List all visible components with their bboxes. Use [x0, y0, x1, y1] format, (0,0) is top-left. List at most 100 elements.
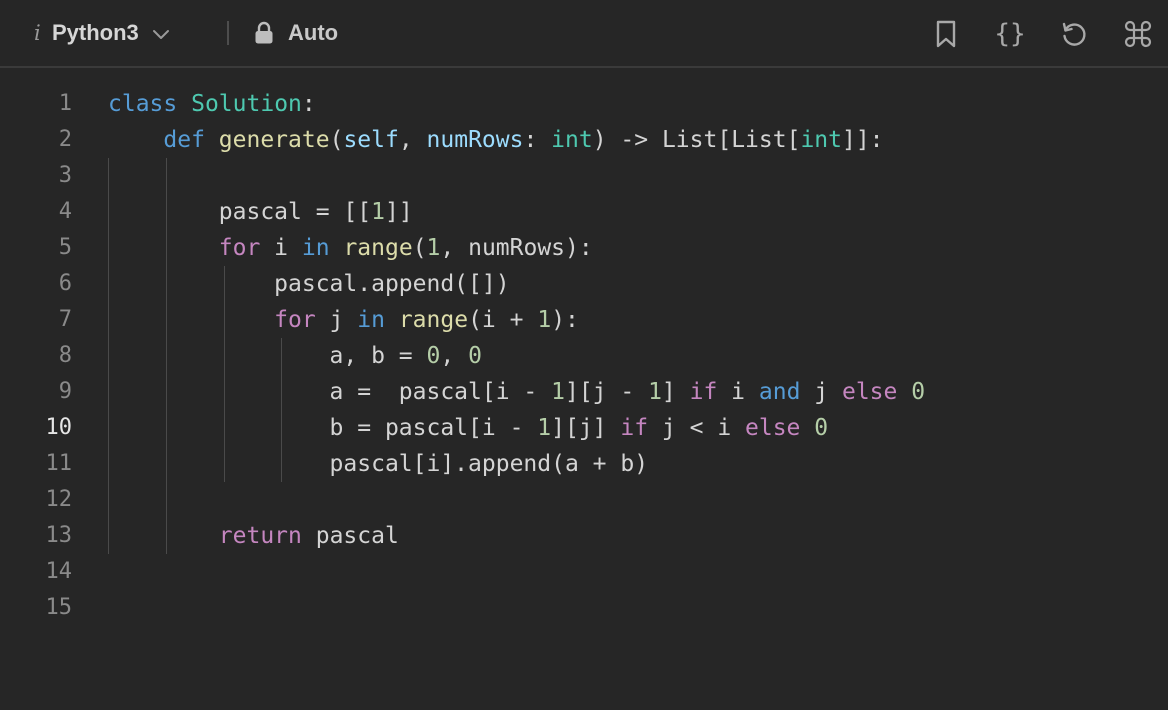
- code-token: pascal[i].append(a + b): [108, 451, 649, 477]
- code-token: :: [301, 91, 316, 117]
- bookmark-icon: [934, 19, 958, 49]
- code-line[interactable]: pascal = [[1]]: [108, 194, 1158, 230]
- code-token: class: [108, 91, 178, 117]
- code-token: for: [274, 307, 316, 333]
- code-line[interactable]: return pascal: [108, 518, 1158, 554]
- code-line[interactable]: class Solution:: [108, 86, 1158, 122]
- line-number: 6: [58, 271, 72, 296]
- line-number: 14: [45, 559, 73, 584]
- code-token: j: [800, 379, 842, 405]
- code-token: def: [163, 127, 205, 153]
- language-selector[interactable]: Python3: [52, 16, 171, 50]
- code-token: if: [620, 415, 649, 441]
- code-editor[interactable]: 1 2 3 4 5 6 7 8 9 10 11 12 13 14 15 class Solution: de…: [0, 70, 1168, 710]
- code-token: 1: [551, 379, 565, 405]
- braces-icon: {}: [994, 19, 1026, 49]
- bookmark-button[interactable]: [928, 16, 964, 52]
- code-token: if: [689, 379, 718, 405]
- line-number: 15: [45, 595, 73, 620]
- mode-label: Auto: [288, 20, 339, 45]
- code-token: 0: [426, 343, 441, 369]
- code-token: j: [315, 307, 358, 333]
- shortcuts-button[interactable]: [1120, 16, 1156, 52]
- reset-icon: [1059, 19, 1089, 49]
- code-token: 0: [911, 379, 926, 405]
- code-token: pascal = [[: [108, 199, 372, 225]
- code-line[interactable]: for j in range(i + 1):: [108, 302, 1158, 338]
- code-area[interactable]: class Solution: def generate(self, numRo…: [108, 86, 1158, 626]
- line-number: 5: [58, 235, 72, 260]
- code-token: j < i: [648, 415, 746, 441]
- command-icon: [1124, 20, 1152, 48]
- format-code-button[interactable]: {}: [992, 16, 1028, 52]
- code-token: ):: [551, 307, 579, 333]
- code-token: ,: [398, 127, 427, 153]
- code-line[interactable]: [108, 158, 1158, 194]
- auto-mode-toggle[interactable]: Auto: [254, 16, 338, 50]
- code-token: :: [523, 127, 552, 153]
- code-token: else: [745, 415, 801, 441]
- code-token: ][j -: [564, 379, 649, 405]
- code-token: 1: [648, 379, 662, 405]
- code-token: for: [218, 235, 261, 261]
- code-line[interactable]: [108, 482, 1158, 518]
- code-token: ]]:: [841, 127, 884, 153]
- code-token: (i +: [468, 307, 538, 333]
- code-token: 1: [371, 199, 385, 225]
- code-line[interactable]: [108, 590, 1158, 626]
- code-token: 1: [537, 415, 552, 441]
- code-token: 0: [468, 343, 482, 369]
- code-token: i: [717, 379, 759, 405]
- code-token: i: [260, 235, 302, 261]
- line-number: 4: [58, 199, 72, 224]
- line-number: 3: [58, 163, 72, 188]
- info-icon[interactable]: i: [34, 18, 46, 48]
- toolbar-divider: [227, 21, 229, 45]
- code-token: in: [301, 235, 330, 261]
- line-number: 2: [58, 127, 72, 152]
- code-token: (: [329, 127, 344, 153]
- code-line[interactable]: def generate(self, numRows: int) -> List…: [108, 122, 1158, 158]
- code-token: ) -> List[List[: [592, 127, 801, 153]
- code-token: generate: [218, 127, 330, 153]
- code-line[interactable]: pascal.append([]): [108, 266, 1158, 302]
- lock-icon: [254, 21, 274, 45]
- line-number: 12: [45, 487, 73, 512]
- code-token: a = pascal[i -: [108, 379, 552, 405]
- code-token: (: [412, 235, 427, 261]
- language-label: Python3: [52, 20, 139, 45]
- code-token: ]: [661, 379, 690, 405]
- chevron-down-icon: [151, 27, 171, 41]
- line-number: 13: [45, 523, 73, 548]
- line-number: 11: [45, 451, 73, 476]
- code-token: self: [343, 127, 399, 153]
- code-token: pascal: [301, 523, 399, 549]
- code-token: ,: [440, 343, 469, 369]
- code-token: range: [343, 235, 413, 261]
- code-token: 0: [814, 415, 829, 441]
- code-token: range: [398, 307, 469, 333]
- line-number: 1: [58, 91, 72, 116]
- code-line[interactable]: b = pascal[i - 1][j] if j < i else 0: [108, 410, 1158, 446]
- reset-code-button[interactable]: [1056, 16, 1092, 52]
- code-line[interactable]: [108, 554, 1158, 590]
- code-line[interactable]: a, b = 0, 0: [108, 338, 1158, 374]
- code-line[interactable]: pascal[i].append(a + b): [108, 446, 1158, 482]
- code-line[interactable]: for i in range(1, numRows):: [108, 230, 1158, 266]
- code-token: return: [218, 523, 302, 549]
- code-token: 1: [537, 307, 552, 333]
- code-line[interactable]: a = pascal[i - 1][j - 1] if i and j else…: [108, 374, 1158, 410]
- code-token: ]]: [384, 199, 413, 225]
- code-token: and: [758, 379, 801, 405]
- line-number: 9: [58, 379, 72, 404]
- code-token: ][j]: [551, 415, 621, 441]
- code-token: else: [841, 379, 898, 405]
